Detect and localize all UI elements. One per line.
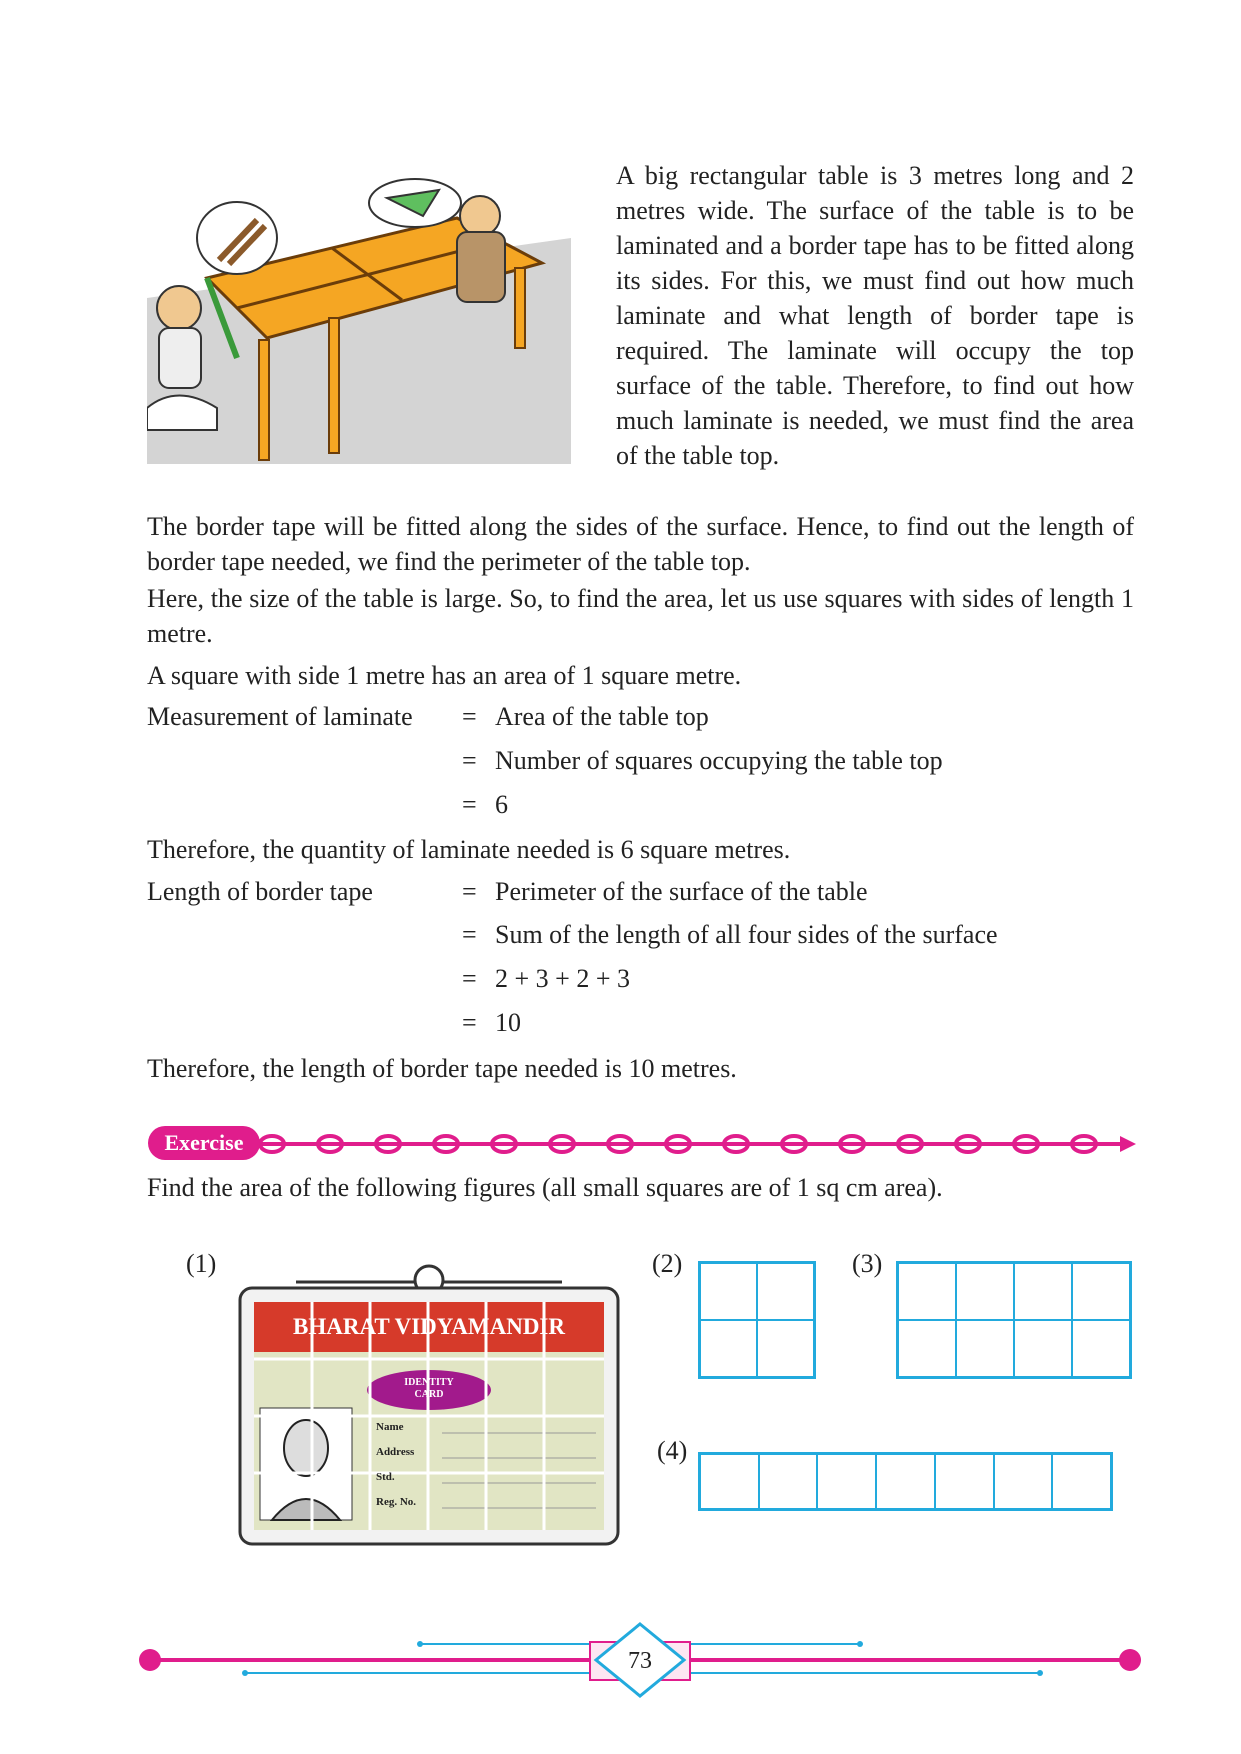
equals-sign: = (462, 702, 477, 731)
figure-label-1: (1) (186, 1249, 217, 1278)
laminate-calc-step: 6 (495, 790, 508, 819)
figure-label-2: (2) (652, 1249, 683, 1278)
laminate-calc-row-3: = 6 (147, 790, 1134, 825)
laminate-calc-row-1: Measurement of laminate = Area of the ta… (147, 702, 1134, 737)
page-number: 73 (628, 1648, 652, 1674)
laminate-calc-label: Measurement of laminate (147, 702, 413, 731)
equals-sign: = (462, 920, 477, 949)
border-tape-paragraph: The border tape will be fitted along the… (147, 512, 1134, 576)
tape-calc-step: Sum of the length of all four sides of t… (495, 920, 998, 949)
intro-paragraph: A big rectangular table is 3 metres long… (616, 161, 1134, 470)
exercise-instruction: Find the area of the following figures (… (147, 1173, 943, 1202)
table-illustration (146, 168, 571, 464)
equals-sign: = (462, 877, 477, 906)
exercise-tag: Exercise (148, 1126, 260, 1160)
tape-calc-step: 10 (495, 1008, 521, 1037)
equals-sign: = (462, 1008, 477, 1037)
tape-calc-step: Perimeter of the surface of the table (495, 877, 868, 906)
tape-calc-row-3: = 2 + 3 + 2 + 3 (147, 964, 1134, 999)
id-card-badge: IDENTITY CARD (404, 1377, 454, 1400)
figure-label-3: (3) (852, 1249, 883, 1278)
tape-calc-row-2: = Sum of the length of all four sides of… (147, 920, 1134, 955)
exercise-chain-decoration (250, 1130, 1140, 1158)
equals-sign: = (462, 964, 477, 993)
id-card-school-name: BHARAT VIDYAMANDIR (293, 1314, 565, 1339)
id-card-field-name: Name (376, 1421, 404, 1433)
figure-3-grid (896, 1261, 1132, 1379)
tape-conclusion: Therefore, the length of border tape nee… (147, 1054, 737, 1083)
tape-calc-row-1: Length of border tape = Perimeter of the… (147, 877, 1134, 912)
id-card-field-reg-no: Reg. No. (376, 1496, 417, 1508)
figure-label-4: (4) (657, 1436, 688, 1465)
laminate-calc-row-2: = Number of squares occupying the table … (147, 746, 1134, 781)
equals-sign: = (462, 790, 477, 819)
figure-1-id-card: BHARAT VIDYAMANDIR IDENTITY CARD Name Ad… (236, 1258, 622, 1548)
laminate-conclusion: Therefore, the quantity of laminate need… (147, 835, 791, 864)
id-card-field-std: Std. (376, 1471, 395, 1483)
square-size-paragraph: Here, the size of the table is large. So… (147, 584, 1134, 648)
laminate-calc-step: Area of the table top (495, 702, 709, 731)
tape-calc-step: 2 + 3 + 2 + 3 (495, 964, 630, 993)
laminate-calc-step: Number of squares occupying the table to… (495, 746, 943, 775)
figure-4-grid (698, 1452, 1113, 1511)
id-card-field-address: Address (376, 1446, 415, 1458)
figure-2-grid (698, 1261, 816, 1379)
tape-calc-label: Length of border tape (147, 877, 373, 906)
tape-calc-row-4: = 10 (147, 1008, 1134, 1043)
equals-sign: = (462, 746, 477, 775)
square-area-statement: A square with side 1 metre has an area o… (147, 661, 742, 690)
